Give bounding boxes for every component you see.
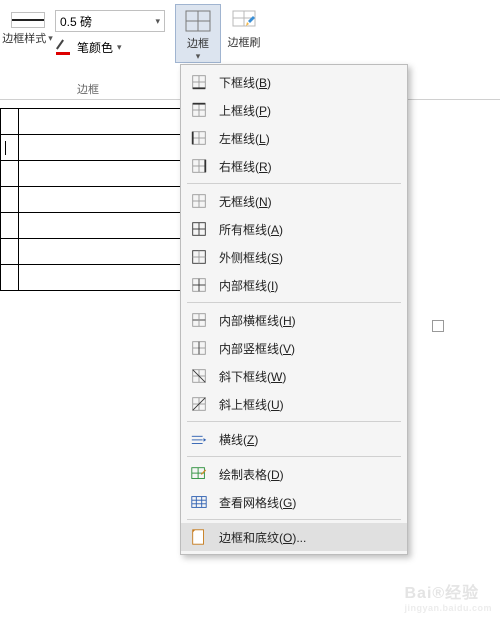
watermark-sub: jingyan.baidu.com xyxy=(404,603,492,613)
table-cell[interactable] xyxy=(1,161,19,187)
menu-item-border-none[interactable]: 无框线(N) xyxy=(181,187,407,215)
border-left-icon xyxy=(189,128,209,148)
watermark-brand: Bai®经验 xyxy=(404,585,479,602)
view-gridlines-icon xyxy=(189,492,209,512)
menu-item-horizontal-line[interactable]: 横线(Z) xyxy=(181,425,407,453)
ribbon-group-label: 边框 xyxy=(0,81,176,97)
pen-color-label: 笔颜色 xyxy=(77,39,113,56)
menu-item-border-all[interactable]: 所有框线(A) xyxy=(181,215,407,243)
border-outside-icon xyxy=(189,247,209,267)
border-dropdown-button[interactable]: 边框 ▾ xyxy=(175,4,221,63)
menu-item-label: 绘制表格(D) xyxy=(219,466,397,483)
menu-item-border-diag-up[interactable]: 斜上框线(U) xyxy=(181,390,407,418)
border-right-icon xyxy=(189,156,209,176)
menu-separator xyxy=(187,302,401,303)
menu-item-label: 所有框线(A) xyxy=(219,221,397,238)
menu-item-view-gridlines[interactable]: 查看网格线(G) xyxy=(181,488,407,516)
chevron-down-icon: ▾ xyxy=(117,42,122,53)
border-inside-v-icon xyxy=(189,338,209,358)
watermark: Bai®经验 jingyan.baidu.com xyxy=(404,579,492,613)
border-inside-h-icon xyxy=(189,310,209,330)
border-style-label: 边框样式 xyxy=(2,30,46,46)
chevron-down-icon: ▾ xyxy=(196,51,201,62)
menu-item-label: 内部框线(I) xyxy=(219,277,397,294)
border-inside-icon xyxy=(189,275,209,295)
menu-item-border-top[interactable]: 上框线(P) xyxy=(181,96,407,124)
border-weight-value: 0.5 磅 xyxy=(60,13,92,30)
chevron-down-icon: ▾ xyxy=(48,33,53,44)
brush-icon xyxy=(230,8,258,32)
menu-item-border-diag-down[interactable]: 斜下框线(W) xyxy=(181,362,407,390)
menu-item-label: 查看网格线(G) xyxy=(219,494,397,511)
menu-separator xyxy=(187,456,401,457)
menu-item-label: 无框线(N) xyxy=(219,193,397,210)
menu-item-label: 斜下框线(W) xyxy=(219,368,397,385)
table-cell[interactable] xyxy=(1,135,19,161)
border-painter-button[interactable]: 边框刷 xyxy=(221,4,267,50)
menu-item-label: 斜上框线(U) xyxy=(219,396,397,413)
menu-item-border-left[interactable]: 左框线(L) xyxy=(181,124,407,152)
menu-item-border-bottom[interactable]: 下框线(B) xyxy=(181,68,407,96)
menu-item-label: 边框和底纹(O)... xyxy=(219,529,397,546)
menu-item-label: 内部竖框线(V) xyxy=(219,340,397,357)
menu-item-border-inside-v[interactable]: 内部竖框线(V) xyxy=(181,334,407,362)
end-of-content-mark xyxy=(432,320,444,332)
borders-and-shading-icon xyxy=(189,527,209,547)
border-diag-up-icon xyxy=(189,394,209,414)
menu-separator xyxy=(187,183,401,184)
menu-item-draw-table[interactable]: 绘制表格(D) xyxy=(181,460,407,488)
border-none-icon xyxy=(189,191,209,211)
menu-item-border-outside[interactable]: 外侧框线(S) xyxy=(181,243,407,271)
border-bottom-icon xyxy=(189,72,209,92)
menu-item-borders-and-shading[interactable]: 边框和底纹(O)... xyxy=(181,523,407,551)
border-button-label: 边框 xyxy=(187,35,209,51)
pen-color-button[interactable]: 笔颜色 ▾ xyxy=(55,38,175,56)
menu-item-label: 下框线(B) xyxy=(219,74,397,91)
menu-item-border-right[interactable]: 右框线(R) xyxy=(181,152,407,180)
pen-color-icon xyxy=(55,38,73,56)
horizontal-line-icon xyxy=(189,429,209,449)
grid-icon xyxy=(184,9,212,33)
table-cell[interactable] xyxy=(1,187,19,213)
table-cell[interactable] xyxy=(1,265,19,291)
menu-item-label: 外侧框线(S) xyxy=(219,249,397,266)
border-painter-label: 边框刷 xyxy=(228,34,261,50)
menu-item-label: 横线(Z) xyxy=(219,431,397,448)
table-cell[interactable] xyxy=(1,109,19,135)
menu-item-label: 上框线(P) xyxy=(219,102,397,119)
menu-item-border-inside[interactable]: 内部框线(I) xyxy=(181,271,407,299)
table-cell[interactable] xyxy=(1,213,19,239)
menu-item-label: 右框线(R) xyxy=(219,158,397,175)
draw-table-icon xyxy=(189,464,209,484)
menu-item-label: 内部横框线(H) xyxy=(219,312,397,329)
table-cell[interactable] xyxy=(1,239,19,265)
menu-item-label: 左框线(L) xyxy=(219,130,397,147)
border-top-icon xyxy=(189,100,209,120)
chevron-down-icon: ▾ xyxy=(155,16,160,27)
border-all-icon xyxy=(189,219,209,239)
border-dropdown-menu: 下框线(B) 上框线(P) 左框线(L) 右框线(R) 无框线(N) 所有框线(A) 外侧框… xyxy=(180,64,408,555)
border-weight-select[interactable]: 0.5 磅 ▾ xyxy=(55,10,165,32)
border-style-swatch xyxy=(11,12,45,28)
border-diag-down-icon xyxy=(189,366,209,386)
border-style-button[interactable]: 边框样式▾ xyxy=(0,4,55,46)
menu-item-border-inside-h[interactable]: 内部横框线(H) xyxy=(181,306,407,334)
menu-separator xyxy=(187,519,401,520)
menu-separator xyxy=(187,421,401,422)
